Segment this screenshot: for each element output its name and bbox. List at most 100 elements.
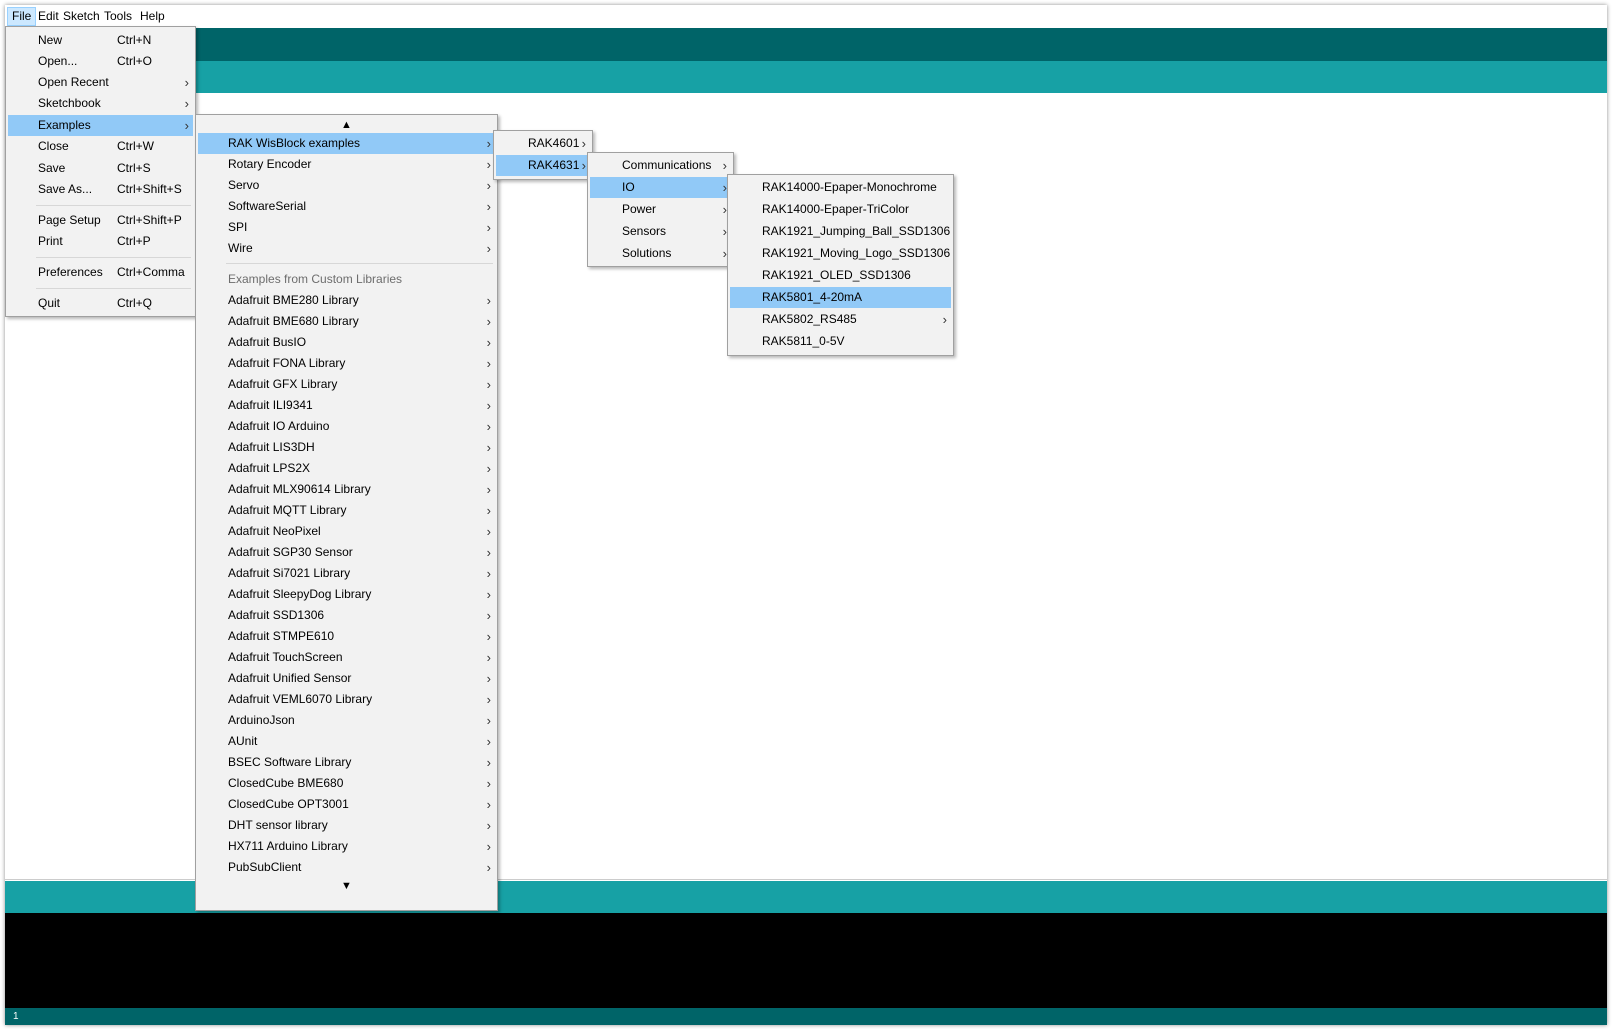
menu-item-sketchbook[interactable]: Sketchbook › [8,93,193,114]
item-label: Adafruit GFX Library [228,377,338,391]
item-label: Communications [622,158,712,172]
menu-item-custom-library[interactable]: Adafruit BME280 Library › [198,290,495,311]
menu-item-solutions[interactable]: Solutions › [590,243,731,264]
menu-item-custom-library[interactable]: Adafruit LPS2X › [198,458,495,479]
menu-item-custom-library[interactable]: Adafruit BME680 Library › [198,311,495,332]
menu-separator [226,263,493,264]
item-label: Adafruit Si7021 Library [228,566,351,580]
chevron-right-icon: › [486,314,491,329]
item-label: New [38,33,63,47]
scroll-down-arrow-icon[interactable]: ▼ [196,878,497,894]
menu-item-servo[interactable]: Servo › [198,175,495,196]
menu-item-rak4631[interactable]: RAK4631 › [496,155,590,176]
menu-item-custom-library[interactable]: BSEC Software Library › [198,752,495,773]
chevron-right-icon: › [486,199,491,214]
file-menu: New Ctrl+N Open... Ctrl+O Open Recent › Ske… [5,26,196,317]
menu-item-rak1921-moving-logo[interactable]: RAK1921_Moving_Logo_SSD1306 [730,243,951,264]
menu-item-custom-library[interactable]: Adafruit SGP30 Sensor › [198,542,495,563]
menu-item-print[interactable]: Print Ctrl+P [8,231,193,252]
chevron-right-icon: › [486,503,491,518]
menu-item-custom-library[interactable]: Adafruit MQTT Library › [198,500,495,521]
menu-item-quit[interactable]: Quit Ctrl+Q [8,293,193,314]
menu-item-custom-library[interactable]: ArduinoJson › [198,710,495,731]
item-shortcut: Ctrl+Shift+S [117,182,182,196]
menu-item-custom-library[interactable]: Adafruit NeoPixel › [198,521,495,542]
menu-item-power[interactable]: Power › [590,199,731,220]
item-label: Adafruit STMPE610 [228,629,335,643]
menu-item-custom-library[interactable]: DHT sensor library › [198,815,495,836]
item-label: IO [622,180,635,194]
menu-item-custom-library[interactable]: Adafruit LIS3DH › [198,437,495,458]
menu-item-rak5811-0-5v[interactable]: RAK5811_0-5V [730,331,951,352]
menu-item-rak4601[interactable]: RAK4601 › [496,133,590,154]
menu-item-rak14000-epaper-monochrome[interactable]: RAK14000-Epaper-Monochrome [730,177,951,198]
menu-item-custom-library[interactable]: Adafruit Si7021 Library › [198,563,495,584]
menu-item-custom-library[interactable]: Adafruit Unified Sensor › [198,668,495,689]
menu-item-preferences[interactable]: Preferences Ctrl+Comma [8,262,193,283]
menu-help[interactable]: Help [136,7,169,26]
menu-item-custom-library[interactable]: Adafruit SSD1306 › [198,605,495,626]
menu-item-custom-library[interactable]: AUnit › [198,731,495,752]
menu-item-rak14000-epaper-tricolor[interactable]: RAK14000-Epaper-TriColor [730,199,951,220]
menu-item-custom-library[interactable]: ClosedCube BME680 › [198,773,495,794]
menu-tools[interactable]: Tools [100,7,136,26]
output-console [5,913,1607,1008]
menu-item-rak-wisblock-examples[interactable]: RAK WisBlock examples › [198,133,495,154]
item-label: Adafruit Unified Sensor [228,671,352,685]
menu-item-open[interactable]: Open... Ctrl+O [8,51,193,72]
menu-item-custom-library[interactable]: Adafruit ILI9341 › [198,395,495,416]
menu-item-custom-library[interactable]: Adafruit GFX Library › [198,374,495,395]
chevron-right-icon: › [486,157,491,172]
item-label: RAK4601 [528,136,580,150]
menu-item-custom-library[interactable]: ClosedCube OPT3001 › [198,794,495,815]
scroll-up-arrow-icon[interactable]: ▲ [196,117,497,133]
menu-item-communications[interactable]: Communications › [590,155,731,176]
menu-item-sensors[interactable]: Sensors › [590,221,731,242]
menu-item-rak1921-oled[interactable]: RAK1921_OLED_SSD1306 [730,265,951,286]
item-label: Close [38,139,69,153]
item-label: Examples [38,118,91,132]
item-label: Adafruit MQTT Library [228,503,347,517]
menu-item-rak1921-jumping-ball[interactable]: RAK1921_Jumping_Ball_SSD1306 [730,221,951,242]
menu-item-custom-library[interactable]: Adafruit TouchScreen › [198,647,495,668]
item-label: Adafruit ILI9341 [228,398,313,412]
chevron-right-icon: › [581,136,586,151]
menu-item-custom-library[interactable]: PubSubClient › [198,857,495,878]
menu-item-close[interactable]: Close Ctrl+W [8,136,193,157]
menu-item-custom-library[interactable]: Adafruit IO Arduino › [198,416,495,437]
item-label: Adafruit FONA Library [228,356,346,370]
menu-item-rotary-encoder[interactable]: Rotary Encoder › [198,154,495,175]
item-label: Sensors [622,224,667,238]
menu-item-new[interactable]: New Ctrl+N [8,30,193,51]
menu-item-custom-library[interactable]: Adafruit SleepyDog Library › [198,584,495,605]
menu-item-custom-library[interactable]: HX711 Arduino Library › [198,836,495,857]
menu-item-wire[interactable]: Wire › [198,238,495,259]
menu-item-rak5801-4-20ma[interactable]: RAK5801_4-20mA [730,287,951,308]
item-shortcut: Ctrl+S [117,161,151,175]
menu-sketch[interactable]: Sketch [59,7,104,26]
menu-item-save-as[interactable]: Save As... Ctrl+Shift+S [8,179,193,200]
menu-item-custom-library[interactable]: Adafruit STMPE610 › [198,626,495,647]
chevron-right-icon: › [486,482,491,497]
menu-file[interactable]: File [7,7,37,26]
menu-item-page-setup[interactable]: Page Setup Ctrl+Shift+P [8,210,193,231]
item-label: ArduinoJson [228,713,295,727]
menu-item-spi[interactable]: SPI › [198,217,495,238]
menu-item-custom-library[interactable]: Adafruit MLX90614 Library › [198,479,495,500]
menu-item-custom-library[interactable]: Adafruit VEML6070 Library › [198,689,495,710]
chevron-right-icon: › [486,293,491,308]
menu-item-custom-library[interactable]: Adafruit FONA Library › [198,353,495,374]
menu-item-softwareserial[interactable]: SoftwareSerial › [198,196,495,217]
menu-item-rak5802-rs485[interactable]: RAK5802_RS485 › [730,309,951,330]
item-label: Quit [38,296,61,310]
menu-item-examples[interactable]: Examples › [8,115,193,136]
menu-item-custom-library[interactable]: Adafruit BusIO › [198,332,495,353]
item-label: RAK14000-Epaper-TriColor [762,202,909,216]
item-label: RAK5801_4-20mA [762,290,863,304]
item-label: SPI [228,220,248,234]
menu-item-open-recent[interactable]: Open Recent › [8,72,193,93]
item-label: HX711 Arduino Library [228,839,348,853]
menu-item-io[interactable]: IO › [590,177,731,198]
status-bar: 1 [5,1008,1607,1025]
menu-item-save[interactable]: Save Ctrl+S [8,158,193,179]
